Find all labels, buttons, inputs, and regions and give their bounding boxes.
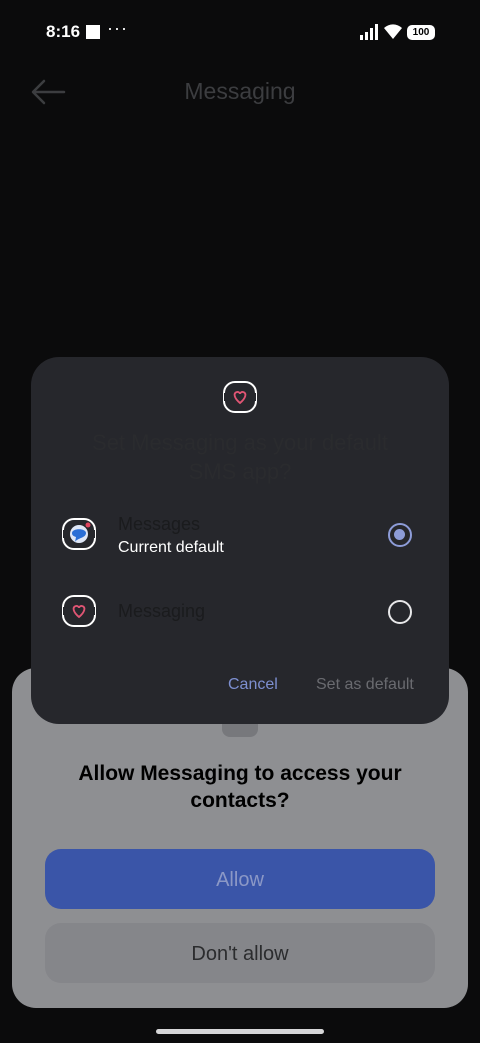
messages-app-icon bbox=[62, 518, 96, 550]
permission-title: Allow Messaging to access your contacts? bbox=[78, 762, 402, 812]
allow-button[interactable]: Allow bbox=[45, 849, 435, 909]
dont-allow-button[interactable]: Don't allow bbox=[45, 923, 435, 983]
wifi-icon bbox=[384, 24, 402, 39]
battery-icon: 100 bbox=[407, 25, 435, 40]
option-name: Messages bbox=[118, 514, 201, 534]
option-messages[interactable]: Messages Current default bbox=[31, 500, 449, 570]
radio-selected[interactable] bbox=[388, 523, 412, 547]
default-sms-dialog: Messages Current default Messaging Cance… bbox=[31, 357, 449, 724]
status-time: 8:16 bbox=[46, 22, 81, 41]
option-messaging[interactable]: Messaging bbox=[31, 577, 449, 647]
radio-unselected[interactable] bbox=[388, 600, 412, 624]
option-subtitle: Current default bbox=[118, 539, 224, 556]
app-bar: Messaging bbox=[0, 64, 480, 124]
set-as-default-button[interactable]: Set as default bbox=[316, 676, 414, 694]
cancel-button[interactable]: Cancel bbox=[228, 676, 278, 694]
signal-icon bbox=[360, 24, 378, 40]
messaging-app-icon bbox=[62, 595, 96, 627]
gesture-navigation-bar[interactable] bbox=[156, 1029, 324, 1034]
square-notification-icon bbox=[86, 25, 100, 39]
status-overflow: ··· bbox=[107, 18, 128, 38]
page-title: Messaging bbox=[184, 78, 296, 104]
option-name: Messaging bbox=[118, 601, 206, 621]
status-bar: 8:16 ··· 100 bbox=[0, 0, 480, 64]
messaging-chat-heart-icon bbox=[223, 381, 257, 413]
background-prompt: Set Messaging as your default SMS app? bbox=[92, 430, 388, 484]
